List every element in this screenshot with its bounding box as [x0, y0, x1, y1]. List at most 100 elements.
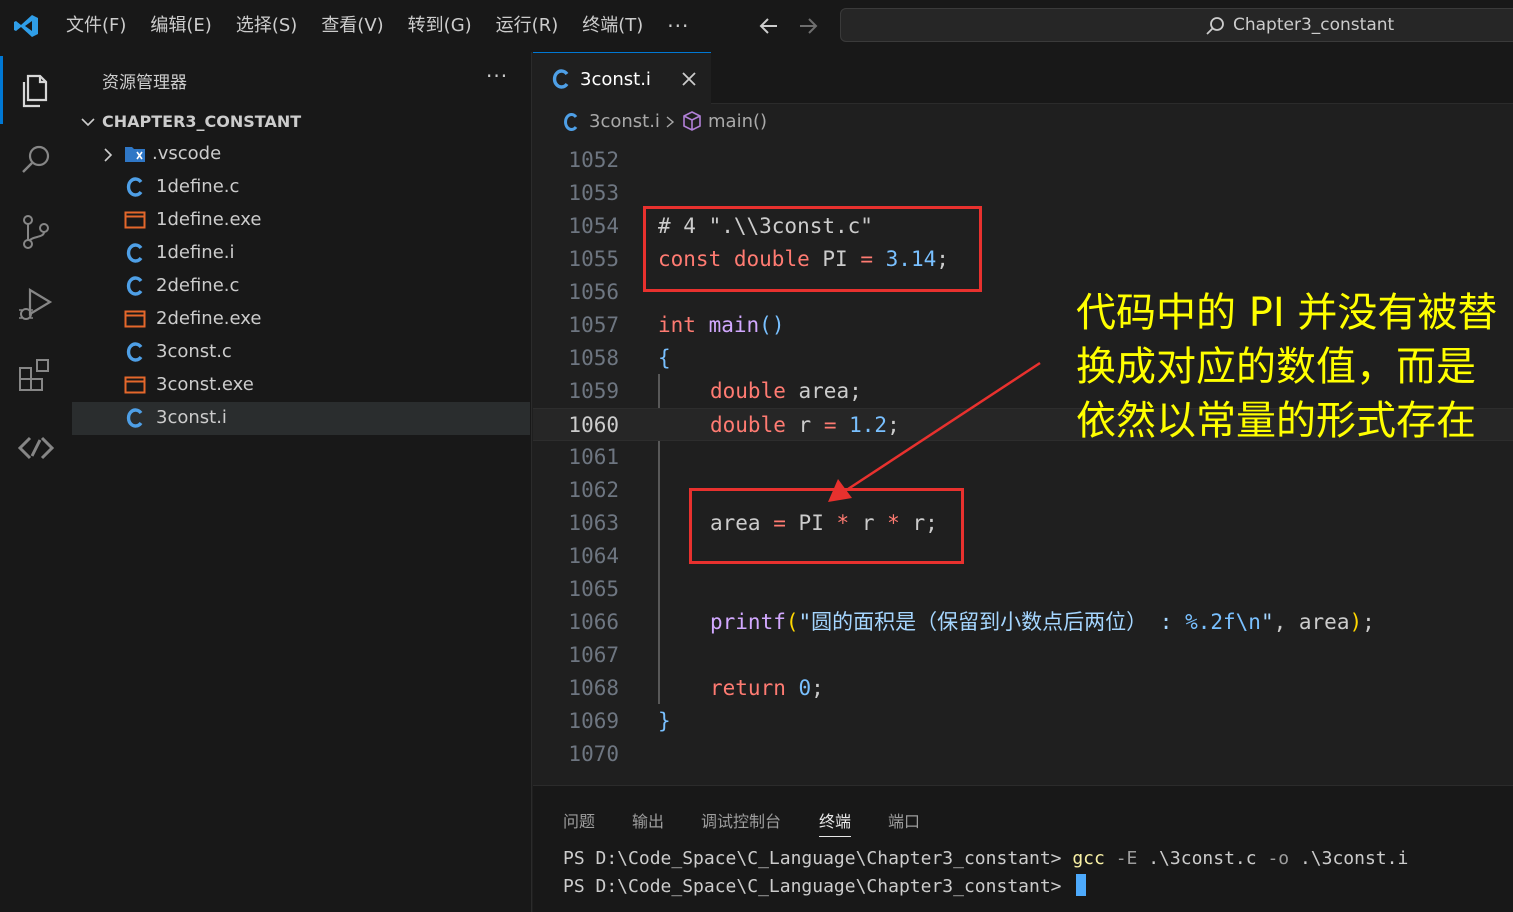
search-icon[interactable] [14, 138, 58, 182]
terminal-flag: -o [1267, 848, 1300, 869]
tree-item-file[interactable]: 1define.i [72, 237, 530, 270]
code-line: 1052 [533, 144, 1513, 177]
sidebar-title: 资源管理器 [102, 73, 187, 93]
string: " [1260, 610, 1274, 634]
explorer-sidebar: 资源管理器 ··· CHAPTER3_CONSTANT .vscode 1def… [72, 52, 532, 912]
menu-more-icon[interactable]: ··· [655, 14, 701, 38]
tree-item-file[interactable]: 2define.exe [72, 303, 530, 336]
tree-item-label: 3const.i [156, 407, 227, 428]
keyword: int [658, 313, 696, 337]
paren: ) [1349, 610, 1363, 634]
menu-run[interactable]: 运行(R) [484, 0, 571, 52]
tree-item-label: .vscode [152, 143, 222, 164]
tree-item-file[interactable]: 1define.c [72, 171, 530, 204]
forward-arrow-icon[interactable] [795, 13, 821, 39]
keyword: double [710, 379, 786, 403]
tab-terminal[interactable]: 终端 [819, 808, 852, 837]
number: 0 [798, 676, 812, 700]
back-arrow-icon[interactable] [756, 13, 782, 39]
close-icon[interactable] [679, 69, 699, 89]
menu-selection[interactable]: 选择(S) [224, 0, 309, 52]
menu-view[interactable]: 查看(V) [309, 0, 395, 52]
terminal-flag: -E [1104, 848, 1149, 869]
line-number: 1066 [568, 610, 619, 634]
identifier: , area [1273, 610, 1350, 634]
method-cube-icon [683, 111, 701, 131]
menu-terminal[interactable]: 终端(T) [570, 0, 655, 52]
search-icon [1206, 17, 1224, 35]
line-number: 1059 [568, 379, 619, 403]
annotation-text: 代码中的 PI 并没有被替 换成对应的数值，而是 依然以常量的形式存在 [1076, 286, 1506, 448]
keyword: double [710, 413, 786, 437]
code-line: 1068 return 0; [533, 672, 1513, 705]
editor-tabs: 3const.i [533, 52, 1513, 104]
tree-item-file[interactable]: 3const.c [72, 336, 530, 369]
run-debug-icon[interactable] [14, 282, 58, 326]
code-line: 1067 [533, 639, 1513, 672]
menu-go[interactable]: 转到(G) [396, 0, 484, 52]
annotation-line: 代码中的 PI 并没有被替 [1076, 290, 1498, 336]
breadcrumb-symbol[interactable]: main() [708, 111, 767, 132]
tab-3const-i[interactable]: 3const.i [533, 52, 711, 104]
tab-output[interactable]: 输出 [632, 808, 664, 832]
code-line: 1070 [533, 738, 1513, 771]
terminal-arg: .\3const.i [1299, 848, 1409, 869]
tab-problems[interactable]: 问题 [563, 808, 595, 832]
annotation-line: 换成对应的数值，而是 [1076, 344, 1476, 390]
code-text: printf("圆的面积是（保留到小数点后两位） : %.2f\n", area… [710, 606, 1375, 639]
extensions-icon[interactable] [14, 354, 58, 398]
line-number: 1052 [568, 148, 619, 172]
explorer-icon[interactable] [14, 68, 58, 112]
line-number: 1064 [568, 544, 619, 568]
tree-item-label: 2define.exe [156, 308, 262, 329]
code-text: { [658, 346, 671, 370]
more-actions-icon[interactable]: ··· [486, 64, 508, 88]
tree-item-label: 3const.exe [156, 374, 254, 395]
c-file-icon [126, 276, 143, 296]
terminal-prompt: PS D:\Code_Space\C_Language\Chapter3_con… [563, 848, 1073, 869]
line-number: 1068 [568, 676, 619, 700]
tree-item-file[interactable]: 2define.c [72, 270, 530, 303]
line-number: 1065 [568, 577, 619, 601]
terminal-line[interactable]: PS D:\Code_Space\C_Language\Chapter3_con… [563, 874, 1087, 897]
tab-ports[interactable]: 端口 [888, 808, 920, 832]
breadcrumb-file[interactable]: 3const.i [589, 111, 660, 132]
tab-debug-console[interactable]: 调试控制台 [701, 808, 781, 832]
line-number: 1063 [568, 511, 619, 535]
vscode-folder-icon [125, 147, 145, 162]
menu-edit[interactable]: 编辑(E) [138, 0, 223, 52]
tree-item-file-selected[interactable]: 3const.i [72, 402, 530, 435]
c-file-icon [126, 408, 143, 428]
c-file-icon [126, 243, 143, 263]
code-text: } [658, 709, 671, 733]
line-number: 1069 [568, 709, 619, 733]
c-file-icon [552, 69, 569, 89]
tree-item-file[interactable]: 3const.exe [72, 369, 530, 402]
bottom-panel: 问题 输出 调试控制台 终端 端口 PS D:\Code_Space\C_Lan… [533, 785, 1513, 912]
tree-item-label: 1define.exe [156, 209, 262, 230]
tree-item-label: 3const.c [156, 341, 232, 362]
paren: () [759, 313, 785, 337]
tree-item-label: 1define.i [156, 242, 235, 263]
c-file-icon [564, 113, 578, 131]
punctuation: ; [1362, 610, 1375, 634]
workspace-folder-header[interactable]: CHAPTER3_CONSTANT [72, 108, 532, 136]
code-text: int main() [658, 309, 784, 342]
code-line: 1066 printf("圆的面积是（保留到小数点后两位） : %.2f\n", … [533, 606, 1513, 639]
tree-item-vscode-folder[interactable]: .vscode [72, 138, 530, 171]
menu-file[interactable]: 文件(F) [54, 0, 138, 52]
search-text: Chapter3_constant [1233, 15, 1395, 35]
annotation-line: 依然以常量的形式存在 [1076, 398, 1476, 444]
tab-label: 3const.i [580, 69, 651, 90]
highlight-box-pi-definition [643, 206, 982, 292]
line-number: 1070 [568, 742, 619, 766]
code-line: 1063 area = PI * r * r; [533, 507, 1513, 540]
chevron-right-icon [104, 148, 113, 162]
active-indicator [0, 56, 3, 124]
tree-item-file[interactable]: 1define.exe [72, 204, 530, 237]
line-number: 1060 [568, 413, 619, 437]
source-control-icon[interactable] [14, 210, 58, 254]
remote-icon[interactable] [14, 426, 58, 470]
command-center-search[interactable]: Chapter3_constant [840, 8, 1513, 42]
exe-file-icon [124, 310, 146, 328]
